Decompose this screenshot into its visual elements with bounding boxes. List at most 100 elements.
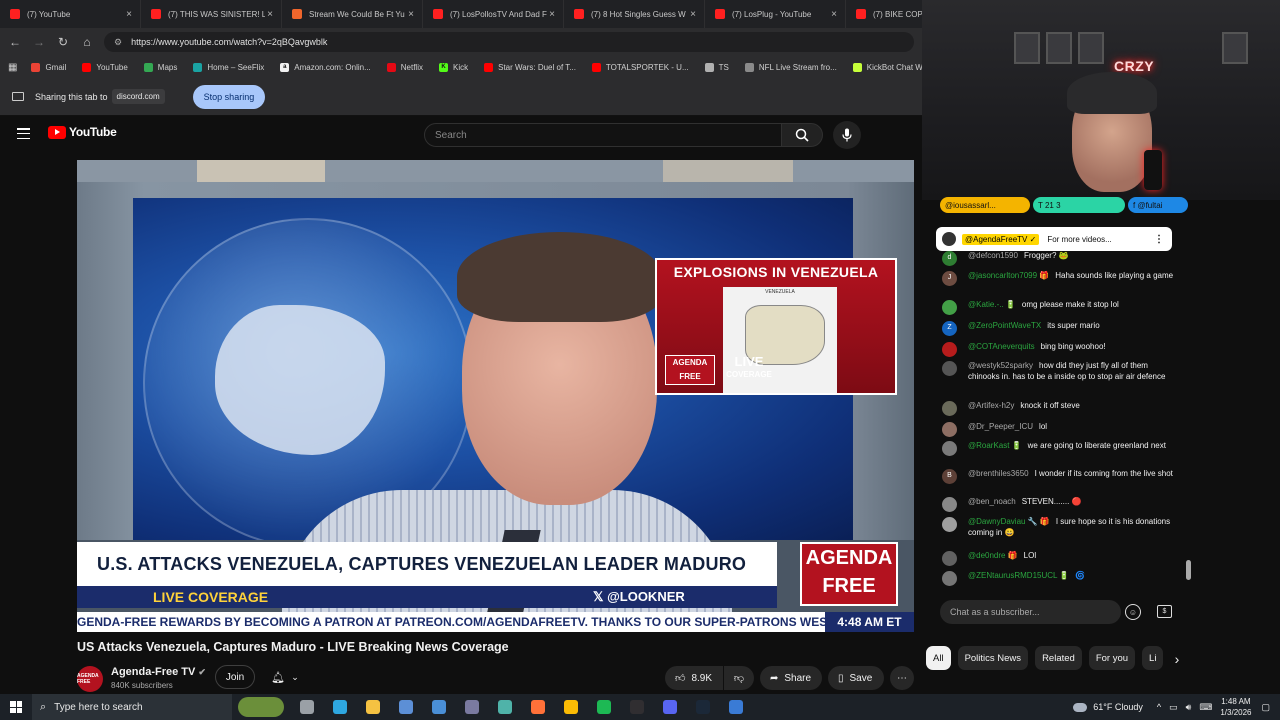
bookmark-item[interactable]: Home – SeeFlix <box>193 62 264 72</box>
channel-avatar[interactable]: AGENDA FREE <box>77 666 103 692</box>
chat-scrollbar[interactable] <box>1186 225 1192 595</box>
taskbar-app-button[interactable] <box>620 694 653 720</box>
more-actions-button[interactable]: ⋯ <box>890 666 914 690</box>
taskbar-app-button[interactable] <box>389 694 422 720</box>
bookmark-item[interactable]: TOTALSPORTEK - U... <box>591 62 689 72</box>
bookmark-item[interactable]: Gmail <box>31 62 66 72</box>
chat-input[interactable]: Chat as a subscriber... <box>940 600 1121 624</box>
chat-username[interactable]: @Artifex-h2y <box>968 401 1014 410</box>
search-button[interactable] <box>781 123 823 147</box>
browser-tab[interactable]: (7) BIKE COPS <box>846 0 922 28</box>
chat-username[interactable]: @COTAneverquits <box>968 342 1035 351</box>
chat-username[interactable]: @Katie.-.. 🔋 <box>968 300 1016 309</box>
chat-message[interactable]: J @jasoncarlton7099 🎁 Haha sounds like pla… <box>942 271 1177 286</box>
taskbar-app-button[interactable] <box>653 694 686 720</box>
search-input[interactable]: Search <box>424 123 782 147</box>
bookmark-item[interactable]: NFL Live Stream fro... <box>744 62 837 72</box>
filter-chip[interactable]: Li <box>1142 646 1164 670</box>
chat-username[interactable]: @westyk52sparky <box>968 361 1033 370</box>
chat-username[interactable]: @Dr_Peeper_ICU <box>968 422 1033 431</box>
user-avatar[interactable] <box>942 300 957 315</box>
user-avatar[interactable] <box>942 401 957 416</box>
taskbar-app-button[interactable] <box>686 694 719 720</box>
chat-message[interactable]: @Artifex-h2y knock it off steve <box>942 401 1177 416</box>
browser-tab[interactable]: (7) LosPollosTV And Dad F × <box>423 0 564 28</box>
donation-pin[interactable]: T 21 3 <box>1033 197 1125 213</box>
user-avatar[interactable]: J <box>942 271 957 286</box>
user-avatar[interactable] <box>942 571 957 586</box>
chat-username[interactable]: @defcon1590 <box>968 251 1018 260</box>
chat-username[interactable]: @de0ndre 🎁 <box>968 551 1018 560</box>
pinned-message[interactable]: @AgendaFreeTV ✓ For more videos... ⋮ <box>936 227 1172 251</box>
user-avatar[interactable] <box>942 551 957 566</box>
apps-grid-icon[interactable]: ▦ <box>8 62 17 73</box>
close-tab-icon[interactable]: × <box>124 9 134 20</box>
start-button[interactable] <box>0 694 32 720</box>
url-field[interactable]: ⚙ https://www.youtube.com/watch?v=2qBQav… <box>104 32 914 52</box>
chat-message[interactable]: @ben_noach STEVEN....... 🔴 <box>942 497 1177 512</box>
browser-tab[interactable]: (7) THIS WAS SINISTER! Lu × <box>141 0 282 28</box>
taskbar-app-button[interactable] <box>488 694 521 720</box>
reload-icon[interactable]: ↻ <box>51 30 75 54</box>
close-tab-icon[interactable]: × <box>265 9 275 20</box>
like-button[interactable]: 👍︎ 8.9K <box>665 666 723 690</box>
share-button[interactable]: ➦ Share <box>760 666 822 690</box>
user-avatar[interactable]: Z <box>942 321 957 336</box>
input-icon[interactable]: ⌨ <box>1199 702 1212 713</box>
dislike-button[interactable]: 👎︎ <box>724 666 754 690</box>
user-avatar[interactable] <box>942 361 957 376</box>
forward-icon[interactable]: → <box>27 30 51 54</box>
bookmark-item[interactable]: a Amazon.com: Onlin... <box>280 62 371 72</box>
notification-bell-button[interactable]: 🔔︎ ⌄ <box>262 665 308 689</box>
taskbar-app-button[interactable] <box>521 694 554 720</box>
taskbar-app-button[interactable] <box>232 694 290 720</box>
home-icon[interactable]: ⌂ <box>75 30 99 54</box>
chat-username[interactable]: @RoarKast 🔋 <box>968 441 1022 450</box>
close-tab-icon[interactable]: × <box>688 9 698 20</box>
join-button[interactable]: Join <box>215 665 255 689</box>
chat-message[interactable]: @RoarKast 🔋 we are going to liberate gree… <box>942 441 1177 456</box>
tray-chevron-icon[interactable]: ^ <box>1157 702 1161 712</box>
bookmark-item[interactable]: KickBot Chat Widget <box>852 62 922 72</box>
taskbar-app-button[interactable] <box>323 694 356 720</box>
taskbar-app-button[interactable] <box>719 694 752 720</box>
emoji-icon[interactable]: ☺ <box>1125 604 1141 620</box>
donation-pin[interactable]: @iousassarl... <box>940 197 1030 213</box>
taskbar-app-button[interactable] <box>290 694 323 720</box>
super-chat-icon[interactable]: $ <box>1157 605 1172 618</box>
browser-tab[interactable]: (7) 8 Hot Singles Guess W × <box>564 0 705 28</box>
browser-tab[interactable]: (7) YouTube × <box>0 0 141 28</box>
pinned-more-icon[interactable]: ⋮ <box>1154 234 1164 245</box>
chat-message[interactable]: d @defcon1590 Frogger? 🐸 <box>942 251 1177 266</box>
user-avatar[interactable] <box>942 422 957 437</box>
taskbar-app-button[interactable] <box>587 694 620 720</box>
donation-pin[interactable]: f @fultai <box>1128 197 1188 213</box>
video-player[interactable]: EXPLOSIONS IN VENEZUELA VENEZUELA AGENDA… <box>77 160 914 632</box>
bookmark-item[interactable]: TS <box>704 62 729 72</box>
chat-message[interactable]: @COTAneverquits bing bing woohoo! <box>942 342 1177 357</box>
user-avatar[interactable]: B <box>942 469 957 484</box>
chat-message[interactable]: @de0ndre 🎁 LOl <box>942 551 1177 566</box>
user-avatar[interactable] <box>942 441 957 456</box>
chat-username[interactable]: @brenthiles3650 <box>968 469 1029 478</box>
close-tab-icon[interactable]: × <box>406 9 416 20</box>
chat-username[interactable]: @ben_noach <box>968 497 1016 506</box>
weather-widget[interactable]: 61°F Cloudy <box>1073 702 1143 712</box>
chat-message[interactable]: B @brenthiles3650 I wonder if its coming f… <box>942 469 1177 484</box>
chat-username[interactable]: @DawnyDaviau 🔧 🎁 <box>968 517 1050 526</box>
filter-chip[interactable]: Related <box>1035 646 1082 670</box>
user-avatar[interactable]: d <box>942 251 957 266</box>
hamburger-menu-icon[interactable] <box>17 128 30 139</box>
chevron-right-icon[interactable]: › <box>1166 648 1188 670</box>
browser-tab[interactable]: Stream We Could Be Ft Yu × <box>282 0 423 28</box>
taskbar-app-button[interactable] <box>422 694 455 720</box>
clock[interactable]: 1:48 AM 1/3/2026 <box>1220 696 1251 718</box>
voice-search-button[interactable] <box>833 121 861 149</box>
site-info-icon[interactable]: ⚙ <box>114 37 122 48</box>
chat-message[interactable]: @westyk52sparky how did they just fly all… <box>942 361 1177 382</box>
chat-username[interactable]: @jasoncarlton7099 🎁 <box>968 271 1049 280</box>
taskbar-app-button[interactable] <box>554 694 587 720</box>
taskbar-app-button[interactable] <box>455 694 488 720</box>
bookmark-item[interactable]: YouTube <box>82 62 128 72</box>
stop-sharing-button[interactable]: Stop sharing <box>192 84 266 109</box>
